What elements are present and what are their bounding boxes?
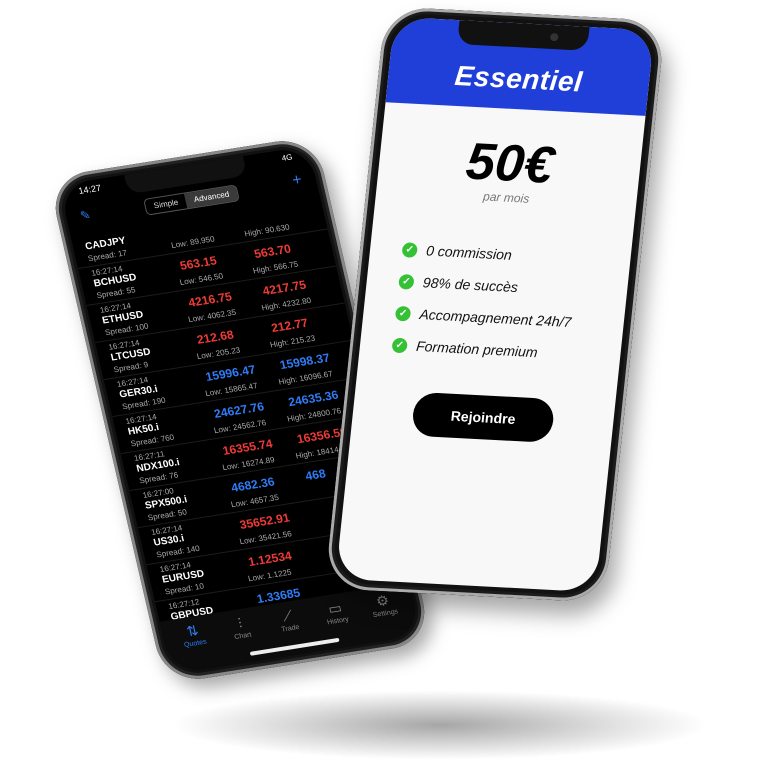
quote-bid: 212.68 xyxy=(195,327,236,347)
quote-ask: 563.70 xyxy=(252,241,293,262)
feature-label: 0 commission xyxy=(425,242,513,263)
check-icon: ✓ xyxy=(394,305,412,322)
feature-item: ✓ 0 commission xyxy=(401,241,631,269)
quote-bid: 16355.74 xyxy=(221,436,274,458)
feature-item: ✓ 98% de succès xyxy=(398,273,628,301)
check-icon: ✓ xyxy=(391,337,409,353)
tab-label: Quotes xyxy=(183,638,208,649)
status-time: 14:27 xyxy=(77,182,103,197)
tab-label: Settings xyxy=(372,608,399,620)
feature-label: Formation premium xyxy=(415,337,539,361)
quote-bid: 563.15 xyxy=(178,253,218,273)
quote-bid: 4682.36 xyxy=(229,474,276,495)
feature-item: ✓ Formation premium xyxy=(391,337,621,365)
feature-label: Accompagnement 24h/7 xyxy=(418,306,573,330)
quote-ask: 468 xyxy=(304,466,328,484)
tab-label: History xyxy=(326,616,350,627)
quote-ask: 15998.37 xyxy=(278,350,332,373)
check-icon: ✓ xyxy=(398,273,415,290)
feature-label: 98% de succès xyxy=(422,274,519,296)
status-signal: 4G xyxy=(280,152,294,163)
check-icon: ✓ xyxy=(401,241,419,258)
quotes-icon: ⇅ xyxy=(184,621,201,640)
trade-icon: ⟋ xyxy=(280,607,295,625)
segment-simple[interactable]: Simple xyxy=(144,193,187,214)
quote-bid: 4216.75 xyxy=(187,289,234,310)
edit-pencil-icon[interactable]: ✎ xyxy=(79,208,92,223)
tab-settings[interactable]: ⚙ Settings xyxy=(361,590,411,643)
segment-advanced[interactable]: Advanced xyxy=(184,185,239,208)
add-symbol-icon[interactable]: + xyxy=(291,171,304,190)
quote-bid: 15996.47 xyxy=(204,362,257,384)
settings-icon: ⚙ xyxy=(374,591,391,610)
quote-ask: 24635.36 xyxy=(286,387,340,410)
quote-ask: 212.77 xyxy=(269,315,310,336)
plan-name: Essentiel xyxy=(453,59,585,98)
quote-bid: 24627.76 xyxy=(212,399,266,421)
feature-item: ✓ Accompagnement 24h/7 xyxy=(394,305,625,333)
floor-shadow xyxy=(170,690,710,760)
join-button[interactable]: Rejoindre xyxy=(410,391,556,443)
chart-icon: ⫶ xyxy=(236,615,244,632)
tab-label: Chart xyxy=(233,631,253,642)
tab-quotes[interactable]: ⇅ Quotes xyxy=(171,620,221,673)
history-icon: ▭ xyxy=(326,599,344,617)
tab-chart[interactable]: ⫶ Chart xyxy=(218,612,268,665)
pricing-phone: Essentiel 50€ par mois ✓ 0 commission ✓ 98… xyxy=(324,6,666,603)
quote-bid: 35652.91 xyxy=(238,510,292,532)
tab-label: Trade xyxy=(280,623,301,634)
camera-dot xyxy=(549,32,559,42)
quote-ask: 4217.75 xyxy=(261,277,308,299)
feature-list: ✓ 0 commission ✓ 98% de succès ✓ Accompagne… xyxy=(391,241,631,364)
quote-bid: 1.12534 xyxy=(246,548,293,570)
